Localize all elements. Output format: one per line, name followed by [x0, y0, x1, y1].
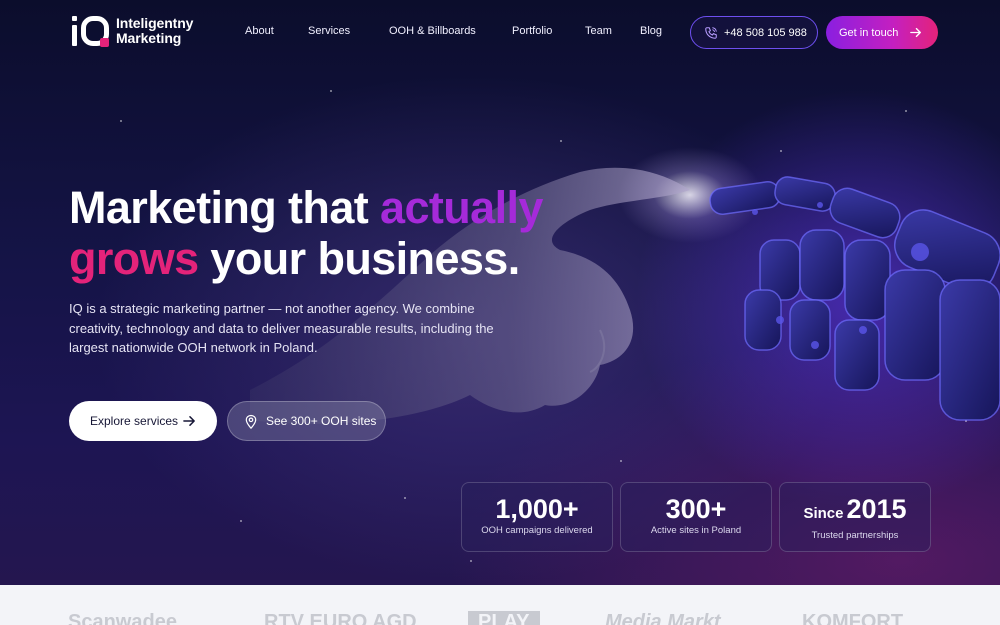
headline-accent-actually: actually [380, 182, 543, 233]
stat-card-campaigns: 1,000+ OOH campaigns delivered [461, 482, 613, 552]
stat-card-since: Since 2015 Trusted partnerships [779, 482, 931, 552]
brand-logo[interactable]: Inteligentny Marketing [70, 14, 193, 48]
stat-label: OOH campaigns delivered [481, 525, 593, 536]
stat-label: Trusted partnerships [811, 530, 899, 541]
star-decoration [965, 420, 967, 422]
hero-description: IQ is a strategic marketing partner — no… [69, 301, 494, 355]
nav-link-team[interactable]: Team [585, 25, 612, 37]
headline-accent-grows: grows [69, 233, 199, 284]
partner-logo: PLAY [468, 611, 540, 625]
explore-services-label: Explore services [90, 414, 179, 428]
get-in-touch-label: Get in touch [839, 26, 899, 39]
stat-prefix: Since [803, 505, 844, 522]
stat-number: 300+ [665, 494, 727, 524]
stat-number: 2015 [846, 494, 907, 524]
headline-part-4: your business. [198, 233, 520, 284]
star-decoration [905, 110, 907, 112]
phone-number: +48 508 105 988 [724, 26, 807, 39]
brand-name-line2: Marketing [116, 30, 182, 46]
stat-card-sites: 300+ Active sites in Poland [620, 482, 772, 552]
star-decoration [330, 90, 332, 92]
see-ooh-sites-button[interactable]: See 300+ OOH sites [227, 401, 386, 441]
star-decoration [240, 520, 242, 522]
nav-link-ooh-billboards[interactable]: OOH & Billboards [389, 25, 476, 37]
explore-services-button[interactable]: Explore services [69, 401, 217, 441]
partner-logo: RTV EURO AGD [264, 611, 417, 625]
top-navigation: Inteligentny Marketing About Services OO… [0, 0, 1000, 66]
partner-logo: Media Markt [605, 611, 721, 625]
arrow-right-icon [183, 416, 195, 426]
star-decoration [620, 460, 622, 462]
stat-value: Since 2015 [780, 494, 930, 529]
iq-logo-mark [70, 14, 112, 48]
phone-button[interactable]: +48 508 105 988 [690, 16, 818, 49]
stat-value: 300+ [621, 494, 771, 524]
nav-link-portfolio[interactable]: Portfolio [512, 25, 552, 37]
hero-headline: Marketing that actually grows your busin… [69, 182, 543, 284]
nav-link-about[interactable]: About [245, 25, 274, 37]
partner-logo: Scanwadee [68, 611, 177, 625]
arrow-right-icon [910, 27, 921, 38]
stat-number: 1,000+ [495, 494, 579, 524]
star-decoration [120, 120, 122, 122]
partner-logo: KOMFORT [802, 611, 904, 625]
brand-name: Inteligentny Marketing [116, 16, 193, 46]
headline-part-1: Marketing that [69, 182, 381, 233]
star-decoration [470, 560, 472, 562]
star-decoration [560, 140, 562, 142]
stat-label: Active sites in Poland [650, 525, 742, 536]
nav-link-blog[interactable]: Blog [640, 25, 662, 37]
phone-icon [705, 26, 717, 39]
see-ooh-sites-label: See 300+ OOH sites [266, 414, 377, 428]
partner-logos-strip: Scanwadee RTV EURO AGD PLAY Media Markt … [0, 585, 1000, 625]
get-in-touch-button[interactable]: Get in touch [826, 16, 938, 49]
star-decoration [404, 497, 406, 499]
brand-name-line1: Inteligentny [116, 15, 194, 31]
star-decoration [780, 150, 782, 152]
nav-link-services[interactable]: Services [308, 25, 350, 37]
map-pin-icon [245, 414, 257, 429]
stat-value: 1,000+ [462, 494, 612, 524]
